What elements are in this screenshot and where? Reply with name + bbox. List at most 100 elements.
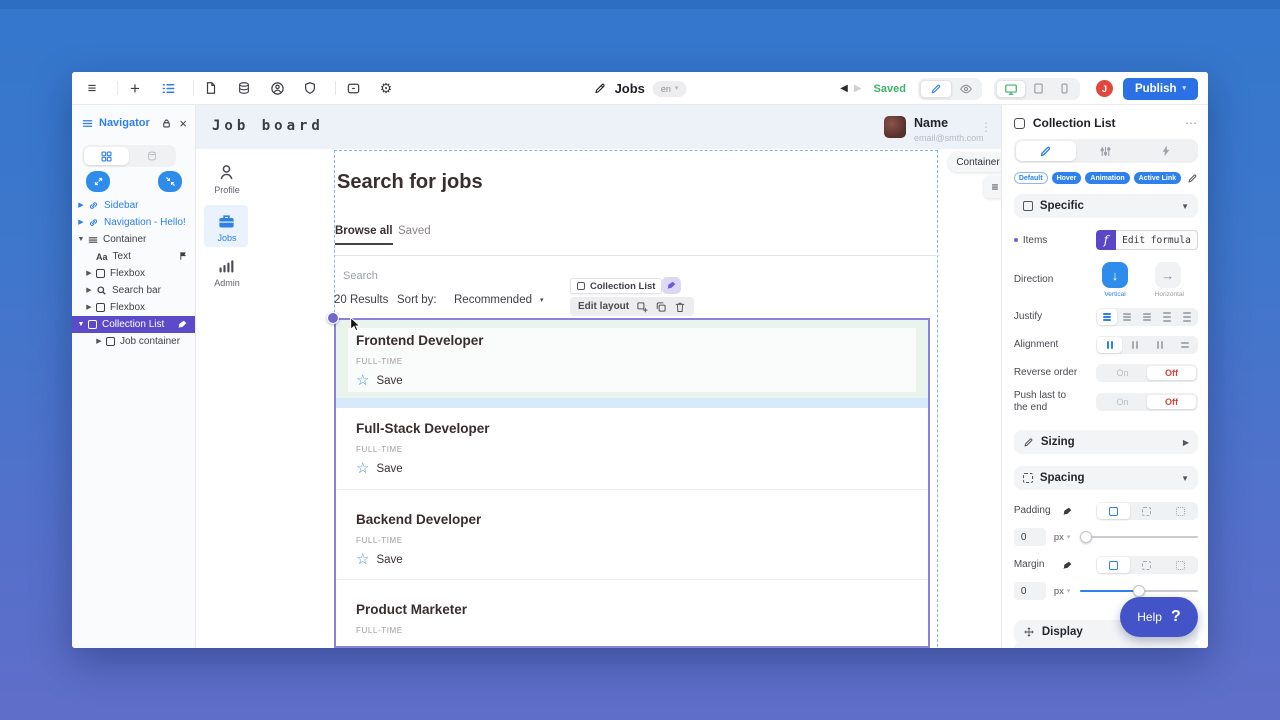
- tree-item-collection-list-selected[interactable]: ▼ Collection List: [72, 316, 195, 333]
- tree-item-sidebar[interactable]: ▶ Sidebar: [72, 197, 195, 214]
- jobs-nav-label[interactable]: Jobs: [202, 233, 252, 243]
- tab-browse-all[interactable]: Browse all: [335, 225, 393, 245]
- justify-center-button[interactable]: [1117, 309, 1137, 325]
- tree-item-container[interactable]: ▼ Container: [72, 231, 195, 248]
- admin-nav-icon[interactable]: [217, 256, 236, 275]
- padding-all-button[interactable]: [1097, 503, 1130, 519]
- padding-individual-button[interactable]: [1164, 503, 1197, 519]
- justify-space-around-button[interactable]: [1177, 309, 1197, 325]
- section-sizing[interactable]: Sizing ▶: [1014, 430, 1198, 454]
- direction-horizontal-option[interactable]: → Horizontal: [1155, 262, 1184, 298]
- profile-nav-label[interactable]: Profile: [202, 185, 252, 195]
- breakpoint-phone-button[interactable]: [1052, 80, 1078, 98]
- align-start-button[interactable]: [1097, 337, 1122, 353]
- undo-back-icon[interactable]: ◀: [840, 84, 848, 94]
- add-element-icon[interactable]: +: [127, 80, 143, 96]
- duplicate-icon[interactable]: [655, 301, 667, 313]
- menu-icon[interactable]: ≡: [84, 80, 100, 96]
- collapse-all-button[interactable]: [158, 171, 182, 192]
- caret-right-icon[interactable]: ▶: [76, 219, 86, 226]
- push-off-button[interactable]: Off: [1147, 395, 1196, 409]
- caret-right-icon[interactable]: ▶: [84, 304, 94, 311]
- tree-item-job-container[interactable]: ▶ Job container: [72, 333, 195, 350]
- edit-formula-control[interactable]: f Edit formula: [1096, 230, 1198, 250]
- tab-interactions-lightning[interactable]: [1136, 141, 1196, 161]
- align-stretch-button[interactable]: [1172, 337, 1197, 353]
- state-hover[interactable]: Hover: [1052, 172, 1082, 184]
- tab-settings-sliders[interactable]: [1076, 141, 1136, 161]
- tree-item-text[interactable]: Text: [72, 248, 195, 265]
- admin-nav-label[interactable]: Admin: [202, 278, 252, 288]
- container-tag[interactable]: Container: [948, 152, 1001, 172]
- delete-trash-icon[interactable]: [674, 301, 686, 313]
- breakpoint-tablet-button[interactable]: [1026, 80, 1052, 98]
- preview-eye-button[interactable]: [952, 80, 980, 98]
- padding-axis-button[interactable]: [1130, 503, 1163, 519]
- tree-item-navigation[interactable]: ▶ Navigation - Hello!: [72, 214, 195, 231]
- justify-space-between-button[interactable]: [1157, 309, 1177, 325]
- kebab-menu-icon[interactable]: ⋮: [980, 120, 992, 134]
- caret-right-icon[interactable]: ▶: [76, 202, 86, 209]
- design-mode-button[interactable]: [920, 80, 952, 98]
- caret-down-icon[interactable]: ▼: [76, 236, 86, 243]
- style-brush-button[interactable]: [662, 277, 681, 294]
- reverse-on-button[interactable]: On: [1098, 366, 1147, 380]
- user-avatar[interactable]: J: [1096, 80, 1113, 97]
- jobs-nav-icon[interactable]: [217, 212, 236, 231]
- margin-all-button[interactable]: [1097, 557, 1130, 573]
- collection-list[interactable]: Frontend Developer FULL-TIME ☆Save Full-…: [334, 318, 930, 648]
- margin-axis-button[interactable]: [1130, 557, 1163, 573]
- job-card[interactable]: Backend Developer FULL-TIME ☆Save: [336, 489, 928, 579]
- caret-right-icon[interactable]: ▶: [84, 287, 94, 294]
- tab-style-brush[interactable]: [1016, 141, 1076, 161]
- tree-item-search-bar[interactable]: ▶ Search bar: [72, 282, 195, 299]
- reverse-off-button[interactable]: Off: [1147, 366, 1196, 380]
- edit-formula-button[interactable]: Edit formula: [1116, 230, 1198, 250]
- caret-down-icon[interactable]: ▼: [76, 321, 86, 328]
- help-button[interactable]: Help ?: [1120, 597, 1198, 637]
- element-drag-handle[interactable]: [327, 312, 339, 324]
- language-selector[interactable]: en▾: [653, 81, 687, 97]
- lock-icon[interactable]: [161, 118, 172, 129]
- direction-vertical-option[interactable]: ↓ Vertical: [1102, 262, 1128, 298]
- more-options-icon[interactable]: ⋯: [1185, 116, 1198, 130]
- close-icon[interactable]: ×: [179, 117, 187, 130]
- padding-brush-icon[interactable]: [1062, 506, 1073, 517]
- redo-forward-icon[interactable]: ▶: [854, 84, 862, 94]
- search-input[interactable]: Search: [343, 270, 378, 282]
- cms-database-icon[interactable]: [236, 80, 252, 96]
- justify-end-button[interactable]: [1137, 309, 1157, 325]
- edit-states-pencil-icon[interactable]: [1187, 173, 1198, 184]
- save-job-button[interactable]: ☆Save: [356, 373, 908, 388]
- job-card[interactable]: Full-Stack Developer FULL-TIME ☆Save: [336, 408, 928, 489]
- job-card[interactable]: Frontend Developer FULL-TIME ☆Save: [336, 320, 928, 398]
- margin-brush-icon[interactable]: [1062, 560, 1073, 571]
- pages-list-icon[interactable]: [160, 80, 176, 96]
- caret-right-icon[interactable]: ▶: [84, 270, 94, 277]
- section-specific[interactable]: Specific ▼: [1014, 194, 1198, 218]
- section-spacing[interactable]: Spacing ▼: [1014, 466, 1198, 490]
- padding-slider[interactable]: [1080, 528, 1198, 546]
- layers-grid-button[interactable]: [84, 147, 129, 165]
- margin-individual-button[interactable]: [1164, 557, 1197, 573]
- cms-view-button[interactable]: [129, 147, 174, 165]
- publish-button[interactable]: Publish▾: [1123, 78, 1198, 100]
- profile-nav-icon[interactable]: [217, 163, 236, 182]
- tab-saved[interactable]: Saved: [398, 225, 431, 243]
- state-active-link[interactable]: Active Link: [1134, 172, 1181, 184]
- selection-badge[interactable]: Collection List: [570, 278, 662, 294]
- state-default[interactable]: Default: [1014, 172, 1048, 184]
- save-job-button[interactable]: ☆Save: [356, 461, 908, 476]
- shield-icon[interactable]: [302, 80, 318, 96]
- edit-layout-button[interactable]: Edit layout: [578, 301, 629, 312]
- justify-start-button[interactable]: [1097, 309, 1117, 325]
- padding-value-input[interactable]: 0: [1014, 528, 1046, 546]
- margin-unit-dropdown[interactable]: px▾: [1054, 586, 1071, 597]
- tree-item-flexbox[interactable]: ▶ Flexbox: [72, 265, 195, 282]
- layout-grid-add-icon[interactable]: [636, 301, 648, 313]
- page-icon[interactable]: [203, 80, 219, 96]
- caret-right-icon[interactable]: ▶: [94, 338, 104, 345]
- container-menu-button[interactable]: ≡: [984, 176, 1001, 198]
- sort-dropdown[interactable]: Recommended▾: [454, 294, 544, 306]
- embed-icon[interactable]: [345, 80, 361, 96]
